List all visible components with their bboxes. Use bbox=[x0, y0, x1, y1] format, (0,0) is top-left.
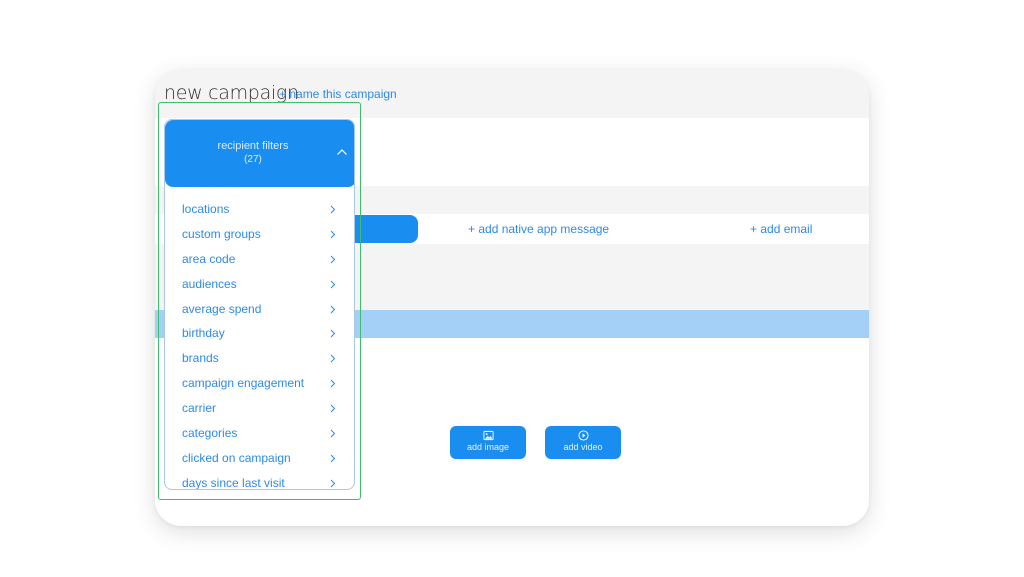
filter-item-label: custom groups bbox=[182, 226, 261, 241]
filter-item-label: audiences bbox=[182, 276, 237, 291]
filter-item[interactable]: audiences bbox=[165, 276, 354, 302]
filter-item-label: average spend bbox=[182, 301, 262, 316]
add-email-link[interactable]: + add email bbox=[750, 222, 812, 236]
filter-item[interactable]: birthday bbox=[165, 326, 354, 351]
filter-item[interactable]: area code bbox=[165, 251, 354, 277]
add-native-app-message-link[interactable]: + add native app message bbox=[468, 222, 609, 236]
add-image-label: add image bbox=[466, 442, 510, 452]
filter-item[interactable]: clicked on campaign bbox=[165, 450, 354, 476]
chevron-right-icon bbox=[330, 330, 336, 338]
chevron-right-icon bbox=[330, 255, 336, 264]
chevron-right-icon bbox=[330, 404, 336, 413]
name-campaign-link[interactable]: + name this campaign bbox=[279, 87, 397, 101]
filter-item[interactable]: days since last visit bbox=[165, 475, 354, 490]
chevron-right-icon bbox=[330, 429, 336, 438]
filter-item[interactable]: carrier bbox=[165, 401, 354, 426]
chevron-right-icon bbox=[330, 454, 336, 463]
chevron-right-icon bbox=[330, 280, 336, 289]
filter-item[interactable]: custom groups bbox=[165, 226, 354, 252]
filter-item-label: carrier bbox=[182, 401, 217, 416]
filter-list: locations custom groups area code audiences… bbox=[165, 202, 354, 490]
filter-item[interactable]: categories bbox=[165, 426, 354, 451]
chevron-right-icon bbox=[330, 205, 336, 214]
chevron-right-icon bbox=[330, 354, 336, 363]
filter-item-label: area code bbox=[182, 251, 236, 266]
filter-item-label: clicked on campaign bbox=[182, 450, 291, 465]
add-video-label: add video bbox=[563, 442, 603, 452]
filter-item[interactable]: campaign engagement bbox=[165, 376, 354, 401]
recipient-filters-panel: recipient filters (27) locations custom g… bbox=[164, 119, 355, 490]
filter-item-label: locations bbox=[182, 202, 230, 216]
recipient-filters-toggle[interactable]: recipient filters (27) bbox=[165, 120, 354, 187]
chevron-right-icon bbox=[330, 379, 336, 388]
chevron-right-icon bbox=[330, 305, 336, 313]
recipient-filters-title: recipient filters bbox=[217, 140, 289, 152]
filter-item[interactable]: locations bbox=[165, 202, 354, 227]
chevron-right-icon bbox=[330, 479, 336, 488]
add-video-button[interactable]: add video bbox=[545, 426, 621, 459]
image-icon bbox=[482, 430, 494, 441]
filter-item-label: days since last visit bbox=[182, 475, 285, 490]
chevron-up-icon bbox=[337, 149, 347, 155]
add-image-button[interactable]: add image bbox=[450, 426, 526, 459]
filter-item-label: campaign engagement bbox=[182, 376, 305, 391]
recipient-filters-count: (27) bbox=[244, 154, 262, 165]
filter-item[interactable]: brands bbox=[165, 351, 354, 376]
play-circle-icon bbox=[577, 430, 589, 441]
filter-item-label: categories bbox=[182, 426, 238, 441]
chevron-right-icon bbox=[330, 230, 336, 239]
filter-item-label: brands bbox=[182, 351, 219, 366]
filter-item-label: birthday bbox=[182, 326, 225, 341]
filter-item[interactable]: average spend bbox=[165, 301, 354, 327]
